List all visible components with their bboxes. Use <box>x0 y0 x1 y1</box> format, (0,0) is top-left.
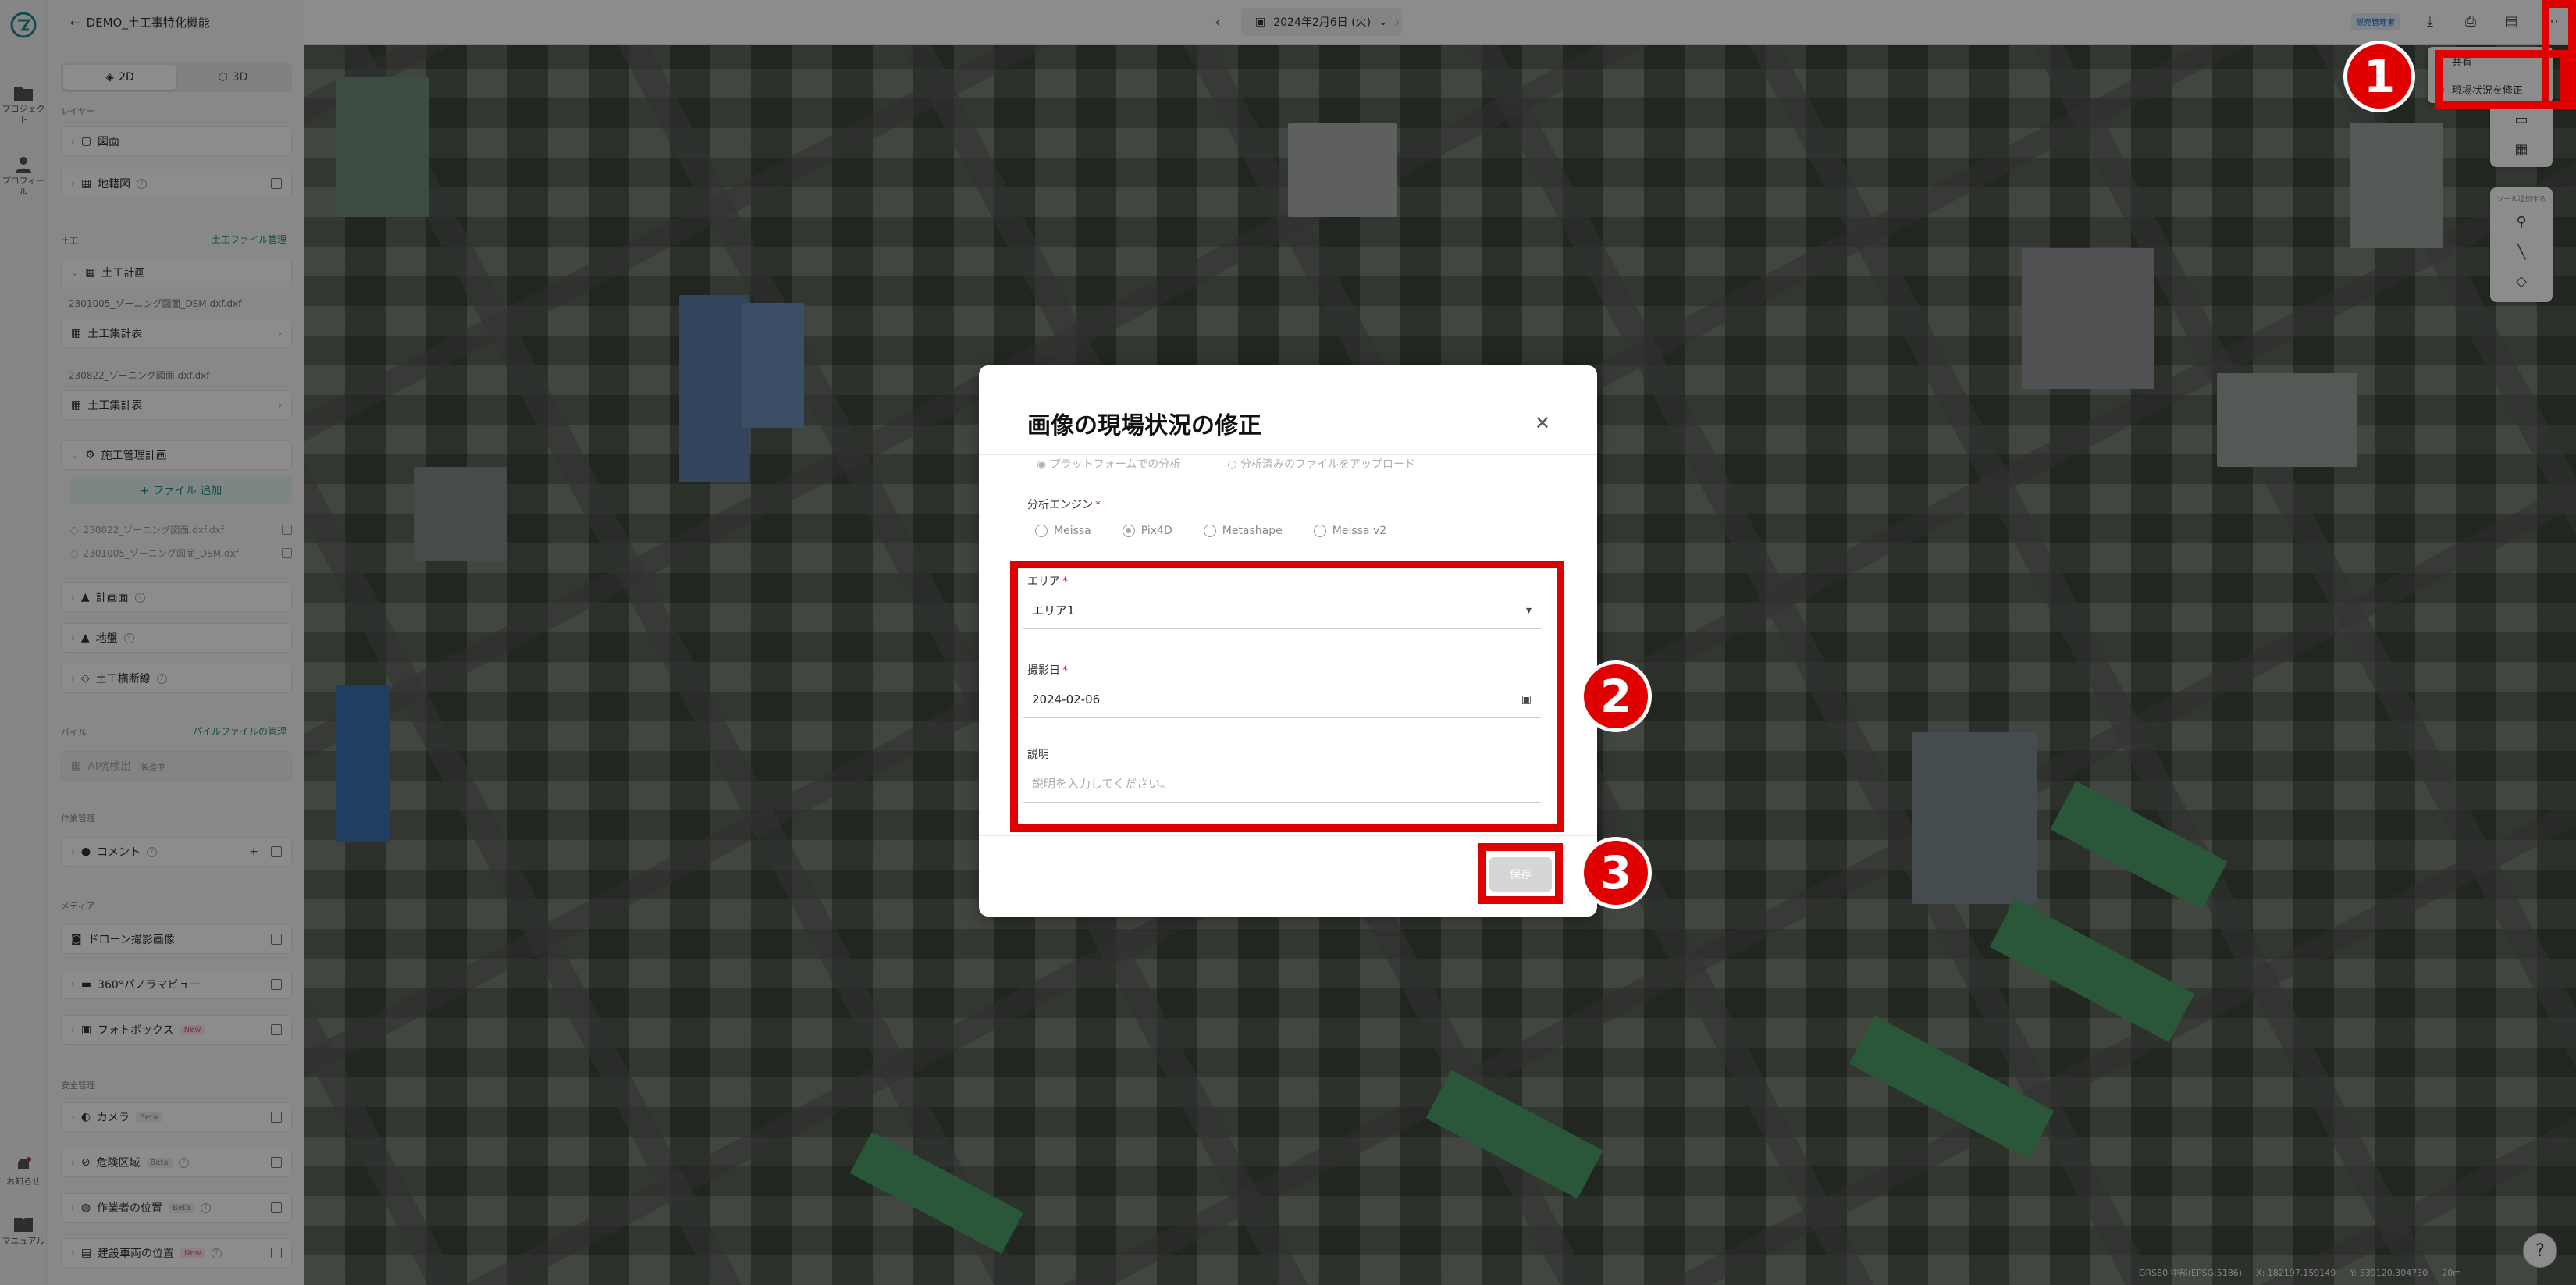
highlight-box-step3 <box>1478 843 1563 904</box>
divider <box>979 835 1597 836</box>
engine-option-label: Metashape <box>1222 525 1283 537</box>
engine-option-metashape[interactable]: Metashape <box>1203 525 1283 537</box>
engine-field-label: 分析エンジン * <box>1027 499 1101 511</box>
engine-label-text: 分析エンジン <box>1027 499 1093 511</box>
analysis-source-option[interactable]: ○ 分析済みのファイルをアップロード <box>1227 456 1415 472</box>
divider <box>979 454 1597 455</box>
radio-icon[interactable] <box>1035 525 1048 537</box>
step-3-marker: 3 <box>1580 837 1652 909</box>
engine-option-label: Pix4D <box>1140 525 1172 537</box>
option-label: 分析済みのファイルをアップロード <box>1240 458 1415 471</box>
radio-icon[interactable] <box>1122 525 1135 537</box>
engine-radio-group: Meissa Pix4D Metashape Meissa v2 <box>1035 525 1386 537</box>
close-icon[interactable]: ✕ <box>1535 412 1550 434</box>
step-1-marker: 1 <box>2343 41 2415 112</box>
engine-option-pix4d[interactable]: Pix4D <box>1122 525 1172 537</box>
analysis-source-options: ◉ プラットフォームでの分析 ○ 分析済みのファイルをアップロード <box>1037 456 1415 472</box>
step-2-marker: 2 <box>1580 660 1652 732</box>
engine-option-label: Meissa <box>1054 525 1091 537</box>
radio-icon[interactable] <box>1313 525 1326 537</box>
radio-icon[interactable] <box>1203 525 1216 537</box>
option-label: プラットフォームでの分析 <box>1049 458 1181 471</box>
highlight-box-more-button <box>2542 0 2576 109</box>
dialog-title: 画像の現場状況の修正 <box>1027 412 1261 440</box>
highlight-box-step2 <box>1010 561 1564 832</box>
engine-option-meissa-v2[interactable]: Meissa v2 <box>1313 525 1387 537</box>
engine-option-label: Meissa v2 <box>1332 525 1387 537</box>
analysis-source-option[interactable]: ◉ プラットフォームでの分析 <box>1037 456 1180 472</box>
engine-option-meissa[interactable]: Meissa <box>1035 525 1091 537</box>
